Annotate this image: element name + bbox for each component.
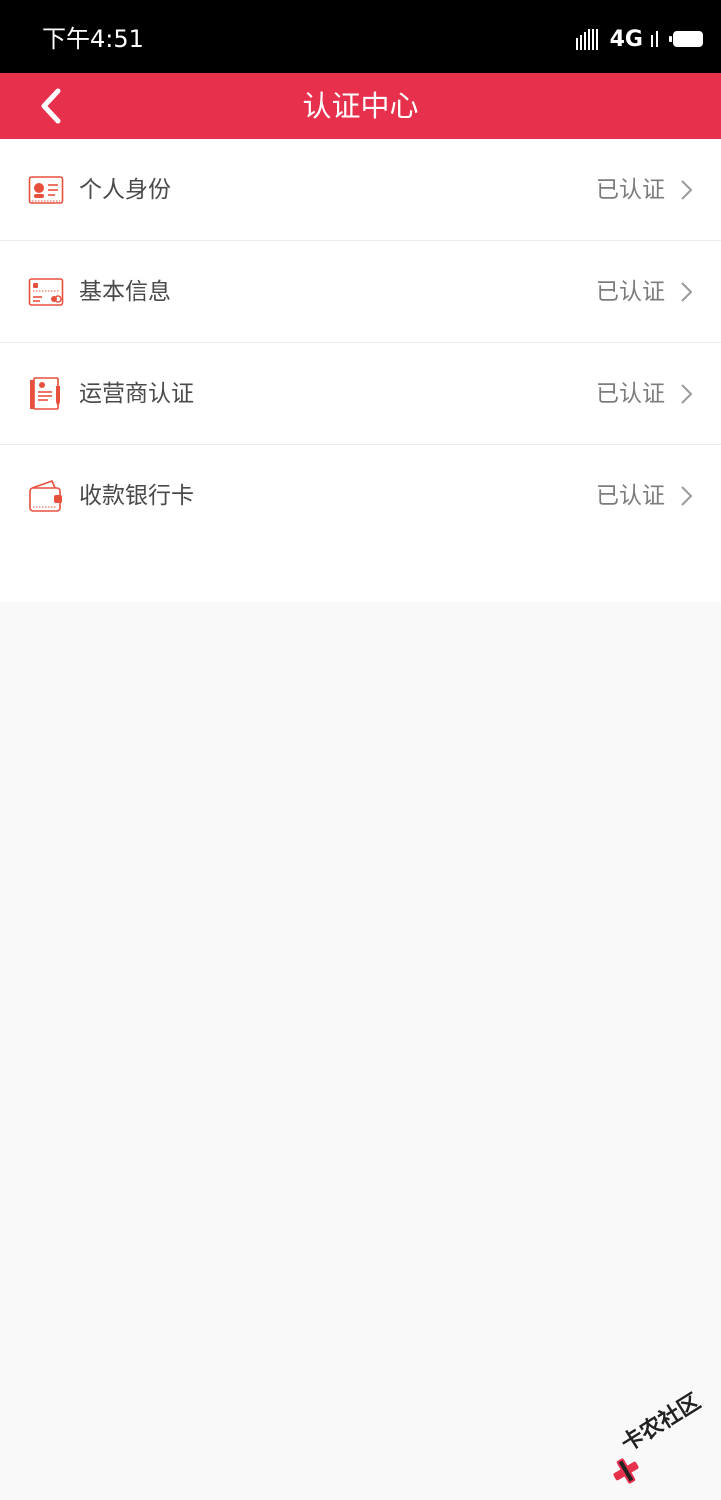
signal-icon — [575, 28, 600, 50]
list-item-carrier-verification[interactable]: 运营商认证 已认证 — [0, 343, 721, 445]
list-item-label: 基本信息 — [79, 279, 171, 305]
chevron-right-icon — [681, 282, 693, 302]
list-item-bank-card[interactable]: 收款银行卡 已认证 — [0, 445, 721, 547]
chevron-right-icon — [681, 384, 693, 404]
list-item-personal-identity[interactable]: 个人身份 已认证 — [0, 139, 721, 241]
status-time: 下午4:51 — [42, 25, 144, 53]
chevron-left-icon — [41, 88, 61, 124]
status-badge: 已认证 — [596, 177, 665, 203]
list-item-label: 运营商认证 — [79, 381, 194, 407]
watermark: 卡农社区 — [609, 1389, 713, 1488]
status-badge: 已认证 — [596, 483, 665, 509]
status-indicators: 4G — [575, 24, 703, 54]
info-card-icon — [28, 278, 64, 306]
back-button[interactable] — [28, 81, 78, 131]
status-bar: 下午4:51 4G — [0, 0, 721, 73]
status-badge: 已认证 — [596, 279, 665, 305]
chevron-right-icon — [681, 486, 693, 506]
id-card-icon — [28, 176, 64, 204]
carrier-contract-icon — [30, 377, 60, 410]
status-badge: 已认证 — [596, 381, 665, 407]
watermark-text: 卡农社区 — [617, 1389, 706, 1458]
chevron-right-icon — [681, 180, 693, 200]
nav-bar: 认证中心 — [0, 73, 721, 139]
list-item-label: 个人身份 — [79, 177, 171, 203]
data-activity-icon — [651, 31, 661, 47]
battery-icon — [669, 31, 703, 47]
page-title: 认证中心 — [302, 89, 419, 123]
verification-list: 个人身份 已认证 基本信息 已认证 运营商认证 已认证 收款银行卡 已认证 — [0, 139, 721, 602]
logo-icon — [613, 1458, 639, 1484]
wallet-icon — [29, 480, 62, 512]
list-item-label: 收款银行卡 — [79, 483, 194, 509]
list-item-basic-info[interactable]: 基本信息 已认证 — [0, 241, 721, 343]
network-type: 4G — [609, 26, 643, 52]
